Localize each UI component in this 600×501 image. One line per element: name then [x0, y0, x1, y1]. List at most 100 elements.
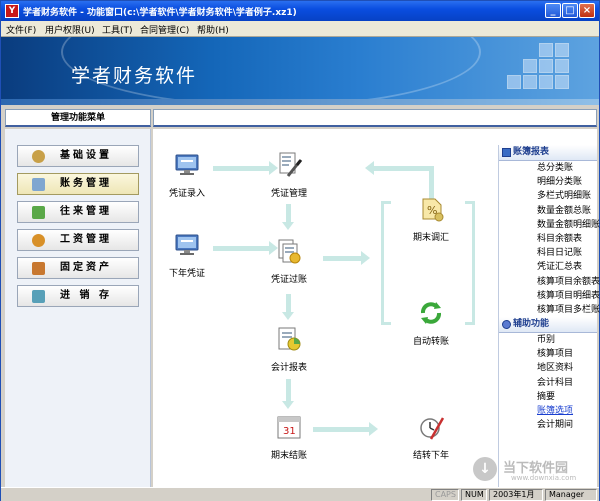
- module-fixed-assets-button[interactable]: 固定资产: [17, 257, 139, 279]
- module-label: 往来管理: [60, 206, 112, 217]
- link-voucher-summary[interactable]: 凭证汇总表: [499, 260, 597, 274]
- banner-title: 学者财务软件: [71, 65, 198, 87]
- module-label: 基础设置: [60, 150, 112, 161]
- menu-help[interactable]: 帮助(H): [197, 23, 229, 36]
- left-panel-header: 管理功能菜单: [5, 109, 151, 127]
- main-window: Y 学者财务软件 - 功能窗口(c:\学者软件\学者财务软件\学者例子.xz1)…: [0, 0, 600, 501]
- flow-node-voucher-entry[interactable]: 凭证录入: [163, 151, 211, 199]
- flow-arrow-head: [282, 401, 294, 409]
- maximize-button[interactable]: □: [562, 3, 578, 18]
- banner: 学者财务软件: [1, 37, 599, 105]
- minimize-button[interactable]: _: [545, 3, 561, 18]
- right-function-panel: 账簿报表 总分类账 明细分类账 多栏式明细账 数量金额总账 数量金额明细账 科目…: [498, 145, 600, 487]
- flow-node-label: 下年凭证: [168, 269, 205, 279]
- flow-node-accounting-reports[interactable]: 会计报表: [265, 325, 313, 373]
- computer-icon: [175, 154, 199, 175]
- book-icon: [502, 148, 511, 157]
- flow-node-carry-forward[interactable]: 结转下年: [403, 413, 459, 461]
- flow-arrow-head: [282, 222, 294, 230]
- flow-arrow: [286, 294, 291, 314]
- bracket-right: [465, 201, 475, 325]
- flow-node-auto-transfer[interactable]: 自动转账: [403, 299, 459, 347]
- flow-node-voucher-posting[interactable]: 凭证过账: [265, 237, 313, 285]
- link-multi-column-detail[interactable]: 多栏式明细账: [499, 189, 597, 203]
- download-arrow-icon: ↓: [473, 457, 497, 481]
- main-header-bar: [153, 109, 597, 127]
- link-currency[interactable]: 币别: [499, 333, 597, 347]
- link-quantity-amount-detail[interactable]: 数量金额明细账: [499, 218, 600, 232]
- gear-icon: [32, 150, 45, 163]
- section-header-auxiliary[interactable]: 辅助功能: [499, 317, 597, 334]
- status-caps: CAPS: [431, 489, 459, 501]
- bracket-left: [381, 201, 391, 325]
- flow-arrow-head: [282, 312, 294, 320]
- flow-node-label: 自动转账: [412, 337, 449, 347]
- flow-node-next-year-voucher[interactable]: 下年凭证: [163, 231, 211, 279]
- flow-node-period-end-closing[interactable]: 31 期末结账: [265, 413, 313, 461]
- flow-arrow: [286, 204, 291, 224]
- menu-file[interactable]: 文件(F): [6, 23, 36, 36]
- menu-user-permissions[interactable]: 用户权限(U): [45, 23, 95, 36]
- window-title: 学者财务软件 - 功能窗口(c:\学者软件\学者财务软件\学者例子.xz1): [23, 8, 297, 18]
- menu-contract-management[interactable]: 合同管理(C): [140, 23, 189, 36]
- link-summary[interactable]: 摘要: [499, 390, 597, 404]
- module-basic-settings-button[interactable]: 基础设置: [17, 145, 139, 167]
- link-chart-of-accounts[interactable]: 会计科目: [499, 376, 597, 390]
- module-payroll-button[interactable]: 工资管理: [17, 229, 139, 251]
- link-account-journal[interactable]: 科目日记账: [499, 246, 597, 260]
- banner-ribbon: [1, 99, 599, 105]
- flow-node-label: 凭证管理: [270, 189, 307, 199]
- status-user: Manager: [545, 489, 597, 501]
- module-label: 工资管理: [60, 234, 112, 245]
- clock-pen-icon: [420, 417, 445, 440]
- flow-arrow-head: [361, 251, 370, 265]
- flow-node-voucher-management[interactable]: 凭证管理: [265, 151, 313, 199]
- module-receivables-button[interactable]: 往来管理: [17, 201, 139, 223]
- link-general-ledger[interactable]: 总分类账: [499, 161, 597, 175]
- link-accounting-period[interactable]: 会计期间: [499, 418, 597, 432]
- app-logo-icon: Y: [5, 4, 19, 18]
- flow-arrow: [213, 246, 271, 251]
- flow-arrow: [313, 427, 371, 432]
- link-item-multi-column[interactable]: 核算项目多栏账: [499, 303, 600, 317]
- document-stack-icon: [278, 239, 301, 264]
- link-ledger-options[interactable]: 账簿选项: [499, 404, 597, 418]
- recycle-icon: [421, 302, 441, 324]
- link-accounting-items[interactable]: 核算项目: [499, 347, 597, 361]
- banner-blocks-graphic: [469, 43, 579, 101]
- flow-node-label: 结转下年: [412, 451, 449, 461]
- link-account-balance[interactable]: 科目余额表: [499, 232, 597, 246]
- flow-arrow: [323, 256, 363, 261]
- menu-tools[interactable]: 工具(T): [102, 23, 133, 36]
- flow-node-period-end-exchange-adjustment[interactable]: % 期末调汇: [403, 195, 459, 243]
- module-menu: 基础设置 账务管理 往来管理 工资管理 固定资产 进 销 存: [5, 129, 151, 487]
- title-bar[interactable]: Y 学者财务软件 - 功能窗口(c:\学者软件\学者财务软件\学者例子.xz1)…: [1, 1, 599, 21]
- ledger-icon: [32, 178, 45, 191]
- document-edit-icon: [279, 152, 303, 177]
- module-accounting-button[interactable]: 账务管理: [17, 173, 139, 195]
- house-icon: [32, 262, 45, 275]
- flow-arrow-head: [369, 422, 378, 436]
- menu-bar: 文件(F) 用户权限(U) 工具(T) 合同管理(C) 帮助(H): [1, 21, 599, 37]
- link-item-balance[interactable]: 核算项目余额表: [499, 275, 600, 289]
- cart-icon: [32, 290, 45, 303]
- workflow-canvas: 凭证录入 凭证管理 下年凭证 凭证过账 % 期末调汇 自动转账 会计报表 31 …: [153, 129, 498, 487]
- exchange-icon: [32, 206, 45, 219]
- link-detail-ledger[interactable]: 明细分类账: [499, 175, 597, 189]
- link-quantity-amount-ledger[interactable]: 数量金额总账: [499, 204, 597, 218]
- flow-node-label: 凭证过账: [270, 275, 307, 285]
- module-label: 账务管理: [60, 178, 112, 189]
- link-item-detail[interactable]: 核算项目明细表: [499, 289, 600, 303]
- section-title: 账簿报表: [513, 147, 550, 157]
- module-inventory-button[interactable]: 进 销 存: [17, 285, 139, 307]
- people-icon: [32, 234, 45, 247]
- exchange-rate-icon: %: [422, 198, 444, 222]
- report-chart-icon: [278, 327, 301, 351]
- flow-arrow: [286, 379, 291, 403]
- section-header-books-reports[interactable]: 账簿报表: [499, 145, 597, 161]
- close-button[interactable]: ×: [579, 3, 595, 18]
- flow-node-label: 期末结账: [270, 451, 307, 461]
- link-region-data[interactable]: 地区资料: [499, 361, 597, 375]
- module-label: 固定资产: [60, 262, 112, 273]
- pen-icon: [502, 320, 511, 330]
